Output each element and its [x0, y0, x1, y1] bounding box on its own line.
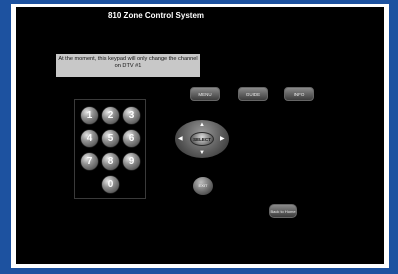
key-0[interactable]: 0: [102, 176, 119, 193]
key-7[interactable]: 7: [81, 153, 98, 170]
key-9[interactable]: 9: [123, 153, 140, 170]
control-screen: 810 Zone Control System At the moment, t…: [16, 7, 384, 264]
exit-button[interactable]: EXIT: [193, 177, 213, 195]
navigation-pad: ▲ ▼ ◀ ▶ SELECT: [175, 120, 229, 158]
guide-button[interactable]: GUIDE: [238, 87, 268, 101]
select-button[interactable]: SELECT: [190, 132, 214, 146]
info-button[interactable]: INFO: [284, 87, 314, 101]
up-arrow-icon[interactable]: ▲: [199, 122, 205, 128]
keypad-notice: At the moment, this keypad will only cha…: [56, 54, 200, 77]
back-to-home-button[interactable]: Back to Home: [269, 204, 297, 218]
key-1[interactable]: 1: [81, 107, 98, 124]
key-8[interactable]: 8: [102, 153, 119, 170]
number-keypad: 1 2 3 4 5 6 7 8 9 0: [74, 99, 146, 199]
app-title: 810 Zone Control System: [107, 11, 205, 20]
right-arrow-icon[interactable]: ▶: [220, 136, 225, 142]
left-arrow-icon[interactable]: ◀: [178, 136, 183, 142]
key-2[interactable]: 2: [102, 107, 119, 124]
key-4[interactable]: 4: [81, 130, 98, 147]
key-3[interactable]: 3: [123, 107, 140, 124]
down-arrow-icon[interactable]: ▼: [199, 150, 205, 156]
menu-button[interactable]: MENU: [190, 87, 220, 101]
key-5[interactable]: 5: [102, 130, 119, 147]
key-6[interactable]: 6: [123, 130, 140, 147]
window-frame: 810 Zone Control System At the moment, t…: [0, 0, 398, 274]
